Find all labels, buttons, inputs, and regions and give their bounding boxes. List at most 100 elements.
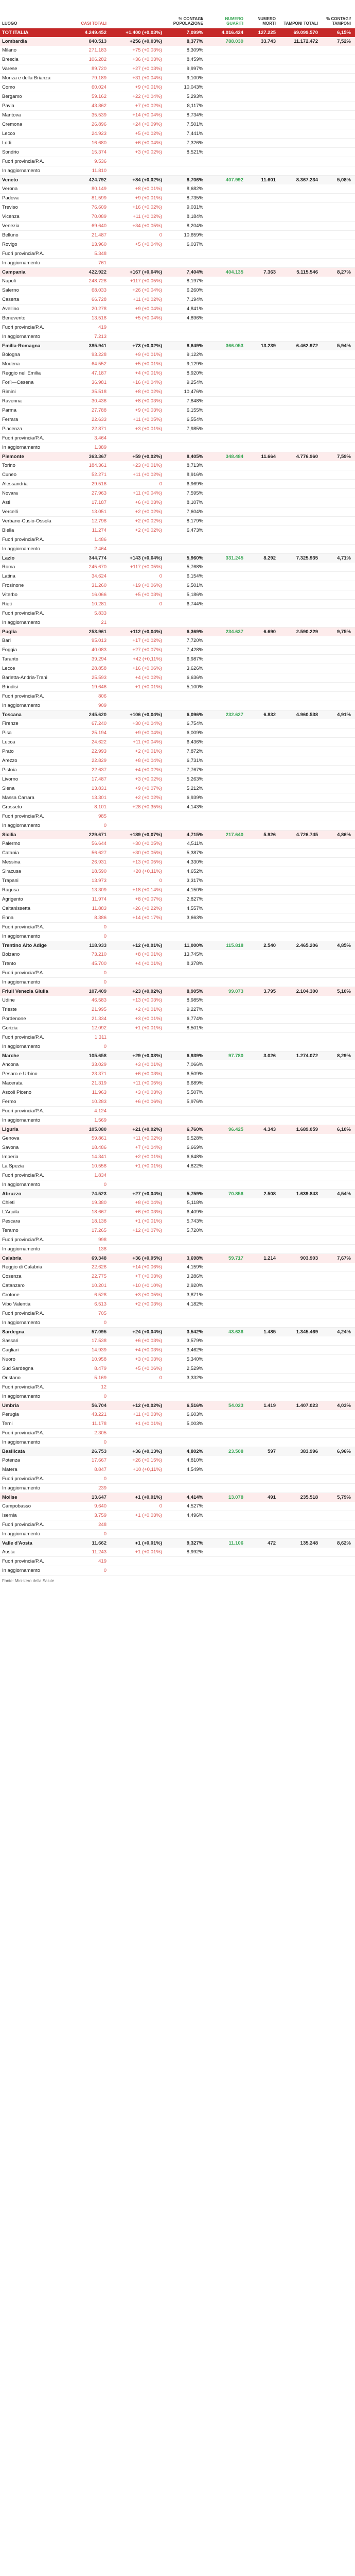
cell-morti <box>245 111 278 114</box>
cell-morti: 4.343 <box>263 1127 276 1132</box>
cell-morti <box>245 913 278 917</box>
cell-casi: 57.095 <box>91 1329 106 1335</box>
cell-pop: 6,155% <box>186 408 203 413</box>
cell-tamp <box>320 406 353 409</box>
cell-guariti <box>205 812 245 815</box>
cell-tamponi: 7.325.935 <box>296 555 318 561</box>
cell-tamp <box>320 655 353 658</box>
cell-tamponi <box>278 655 320 658</box>
cell-nuovi <box>109 1475 164 1478</box>
cell-nuovi <box>109 821 164 824</box>
province-row: Napoli 248.728 +117 (+0,05%) 8,197% <box>0 277 355 286</box>
province-row: Grosseto 8.101 +28 (+0,35%) 4,143% <box>0 803 355 812</box>
cell-morti <box>245 766 278 769</box>
cell-pop: 8,735% <box>186 195 203 201</box>
cell-morti <box>245 222 278 225</box>
province-row: Fuori provincia/P.A. 0 <box>0 969 355 978</box>
cell-pop: 8,713% <box>186 463 203 468</box>
cell-pop <box>164 1180 205 1183</box>
cell-guariti <box>205 350 245 353</box>
cell-guariti <box>205 923 245 926</box>
cell-pop <box>164 332 205 335</box>
cell-tamponi <box>278 1355 320 1358</box>
cell-luogo: Genova <box>2 1136 20 1141</box>
cell-nuovi <box>109 1557 164 1560</box>
cell-tamponi <box>278 304 320 308</box>
cell-guariti <box>205 784 245 787</box>
cell-tamp: 7,52% <box>337 39 351 44</box>
cell-casi: 76.609 <box>91 205 106 210</box>
cell-luogo: Messina <box>2 859 21 865</box>
cell-tamp <box>320 618 353 621</box>
cell-nuovi: +84 (+0,02%) <box>132 177 162 183</box>
cell-morti <box>245 92 278 95</box>
cell-casi: 59.162 <box>91 94 106 99</box>
cell-guariti <box>205 1392 245 1395</box>
cell-tamponi <box>278 1014 320 1018</box>
cell-guariti <box>205 1300 245 1303</box>
region-row: Sardegna 57.095 +24 (+0,04%) 3,542% 43.636 1.… <box>0 1328 355 1336</box>
cell-tamponi <box>278 1042 320 1045</box>
cell-pop: 8,459% <box>186 57 203 62</box>
cell-pop <box>164 1171 205 1174</box>
cell-morti: 1.214 <box>263 1256 276 1261</box>
cell-tamponi <box>278 1088 320 1091</box>
province-row: In aggiornamento 0 <box>0 1180 355 1190</box>
cell-nuovi <box>109 157 164 160</box>
province-row: In aggiornamento 1.569 <box>0 1116 355 1125</box>
cell-morti <box>245 1263 278 1266</box>
cell-luogo: In aggiornamento <box>2 334 40 340</box>
cell-luogo: Emilia-Romagna <box>2 343 41 349</box>
province-row: Genova 59.861 +11 (+0,02%) 6,528% <box>0 1134 355 1143</box>
cell-pop: 4,652% <box>186 869 203 874</box>
cell-guariti <box>205 1475 245 1478</box>
cell-tamp <box>320 867 353 870</box>
cell-guariti <box>205 259 245 262</box>
cell-guariti <box>205 775 245 778</box>
province-row: Roma 245.670 +117 (+0,05%) 5,768% <box>0 563 355 572</box>
cell-luogo: Isernia <box>2 1513 17 1518</box>
cell-pop: 6,554% <box>186 417 203 422</box>
cell-tamponi <box>278 74 320 77</box>
cell-morti <box>245 545 278 548</box>
cell-tamp <box>320 545 353 548</box>
cell-tamp <box>320 240 353 243</box>
cell-tamp <box>320 1511 353 1514</box>
cell-casi: 10.958 <box>91 1357 106 1362</box>
cell-pop: 8,916% <box>186 472 203 478</box>
cell-nuovi: +34 (+0,05%) <box>132 223 162 229</box>
cell-morti <box>245 664 278 667</box>
province-row: Belluno 21.487 0 10,659% <box>0 231 355 240</box>
cell-pop: 7,194% <box>186 297 203 302</box>
cell-casi: 761 <box>98 260 106 266</box>
province-row: Siracusa 18.590 +20 (+0,11%) 4,652% <box>0 867 355 876</box>
cell-guariti <box>205 1162 245 1165</box>
cell-pop: 4,511% <box>187 841 203 846</box>
cell-nuovi <box>109 434 164 437</box>
cell-pop <box>164 323 205 326</box>
cell-tamp <box>320 1429 353 1432</box>
cell-casi: 22.626 <box>91 1264 106 1270</box>
cell-nuovi: +7 (+0,04%) <box>135 1145 162 1150</box>
cell-morti <box>245 406 278 409</box>
cell-casi: 26.896 <box>91 122 106 127</box>
cell-nuovi: +3 (+0,01%) <box>135 1062 162 1067</box>
cell-casi: 248.728 <box>88 278 106 284</box>
cell-guariti <box>205 747 245 750</box>
cell-pop: 8,107% <box>186 500 203 505</box>
cell-tamp <box>320 507 353 511</box>
cell-morti <box>245 304 278 308</box>
cell-casi: 60.024 <box>91 84 106 90</box>
province-row: Bari 95.013 +17 (+0,02%) 7,720% <box>0 636 355 646</box>
cell-luogo: In aggiornamento <box>2 1568 40 1573</box>
cell-casi: 419 <box>98 1558 106 1564</box>
cell-casi: 28.858 <box>91 666 106 671</box>
cell-tamponi <box>278 978 320 981</box>
cell-nuovi <box>109 1530 164 1533</box>
cell-morti <box>245 803 278 806</box>
cell-tamp <box>320 1134 353 1137</box>
cell-tamp <box>320 1548 353 1551</box>
province-row: Rimini 35.518 +8 (+0,02%) 10,476% <box>0 387 355 397</box>
province-row: Fuori provincia/P.A. 705 <box>0 1309 355 1318</box>
cell-casi: 840.513 <box>88 39 106 44</box>
